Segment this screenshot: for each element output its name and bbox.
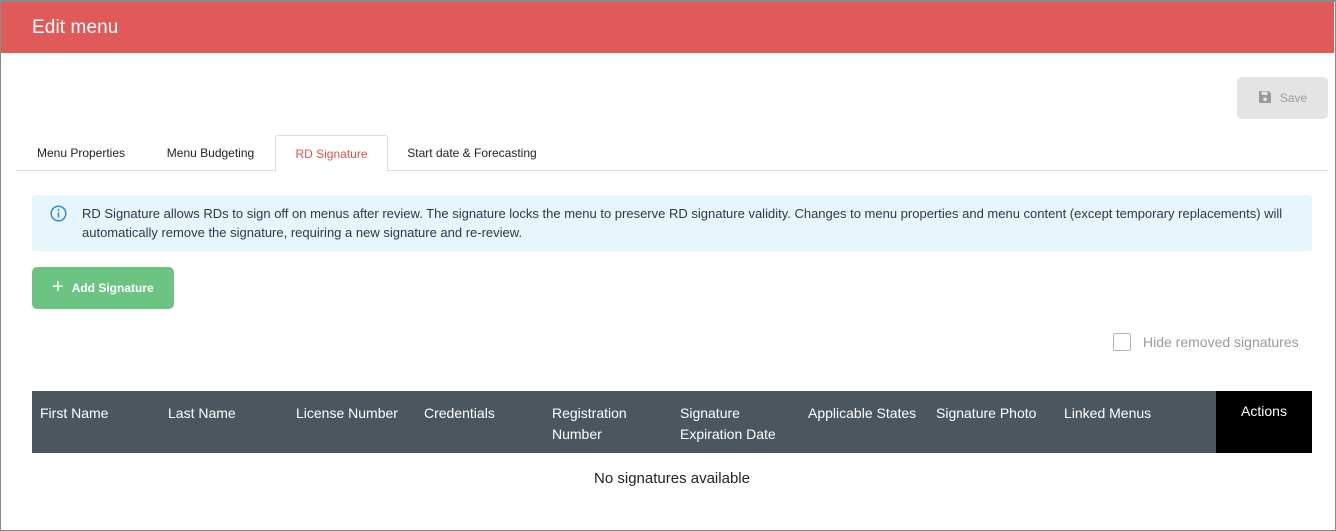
column-header-signature-expiration-date[interactable]: Signature Expiration Date <box>680 403 790 445</box>
column-header-license-number[interactable]: License Number <box>296 403 418 424</box>
empty-table-message: No signatures available <box>594 470 750 487</box>
tab-menu-budgeting[interactable]: Menu Budgeting <box>146 135 275 171</box>
tab-start-date-forecasting[interactable]: Start date & Forecasting <box>388 135 556 171</box>
column-header-registration-number[interactable]: Registration Number <box>552 403 652 445</box>
tab-label: RD Signature <box>295 146 368 161</box>
info-text: RD Signature allows RDs to sign off on m… <box>82 206 1283 240</box>
floppy-disk-icon <box>1258 90 1272 107</box>
page-header: Edit menu <box>1 2 1334 53</box>
save-button-label: Save <box>1279 91 1308 105</box>
hide-removed-filter: Hide removed signatures <box>1113 333 1299 351</box>
tab-menu-properties[interactable]: Menu Properties <box>16 135 146 171</box>
column-header-linked-menus[interactable]: Linked Menus <box>1064 403 1188 424</box>
tab-label: Start date & Forecasting <box>407 146 537 160</box>
signatures-table-header: First Name Last Name License Number Cred… <box>32 391 1312 453</box>
column-header-actions: Actions <box>1216 391 1312 453</box>
column-header-first-name[interactable]: First Name <box>40 403 160 424</box>
tab-rd-signature[interactable]: RD Signature <box>275 135 388 172</box>
save-button[interactable]: Save <box>1237 77 1328 119</box>
column-header-signature-photo[interactable]: Signature Photo <box>936 403 1060 424</box>
plus-icon: + <box>52 276 64 298</box>
hide-removed-label: Hide removed signatures <box>1143 334 1299 350</box>
info-banner: RD Signature allows RDs to sign off on m… <box>32 195 1312 251</box>
column-header-credentials[interactable]: Credentials <box>424 403 544 424</box>
hide-removed-checkbox[interactable] <box>1113 333 1131 351</box>
add-signature-button[interactable]: + Add Signature <box>32 267 174 309</box>
column-header-last-name[interactable]: Last Name <box>168 403 288 424</box>
add-signature-label: Add Signature <box>71 281 154 295</box>
tab-bar: Menu Properties Menu Budgeting RD Signat… <box>16 135 1328 172</box>
tab-label: Menu Budgeting <box>166 146 255 160</box>
tab-label: Menu Properties <box>36 146 126 160</box>
page-title: Edit menu <box>32 16 119 38</box>
actions-label: Actions <box>1241 403 1287 419</box>
info-icon <box>50 205 67 222</box>
column-header-applicable-states[interactable]: Applicable States <box>808 403 932 424</box>
